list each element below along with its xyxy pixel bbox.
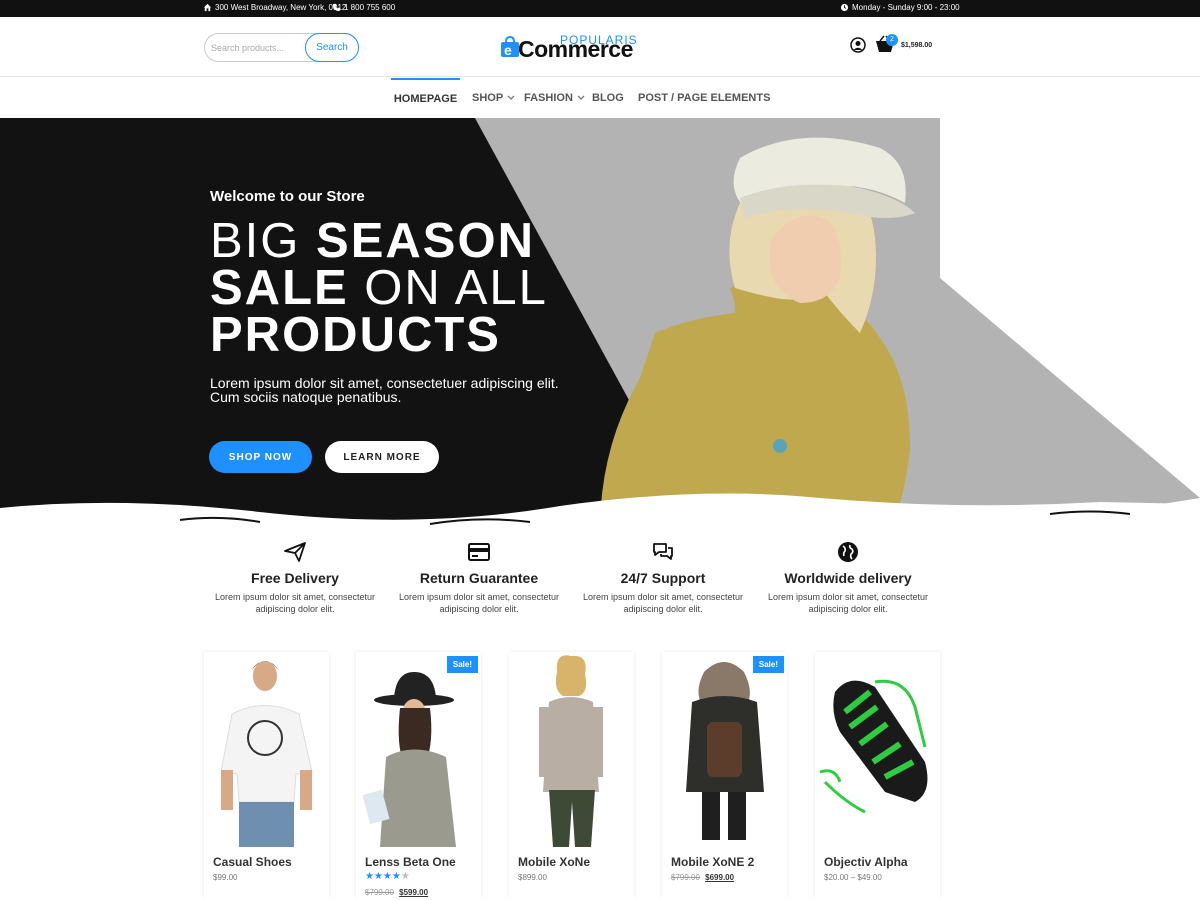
product-name[interactable]: Mobile XoNE 2 bbox=[671, 855, 754, 869]
search-input[interactable] bbox=[206, 35, 306, 60]
logo-wordmark: Commerce bbox=[518, 36, 633, 62]
rating-stars: ★★★★★ bbox=[365, 871, 410, 882]
hero-title-bold-2: SALE bbox=[210, 261, 349, 315]
product-name[interactable]: Casual Shoes bbox=[213, 855, 292, 869]
product-image[interactable] bbox=[815, 652, 940, 847]
product-card[interactable]: Sale! Mobile XoNE 2 $799.00 $699.00 bbox=[662, 652, 787, 900]
hero-title-light-1: BIG bbox=[210, 214, 317, 268]
product-image[interactable] bbox=[204, 652, 329, 847]
nav-blog-label: BLOG bbox=[592, 92, 624, 104]
hours-info: Monday - Sunday 9:00 - 23:00 bbox=[840, 3, 960, 12]
product-old-price: $799.00 bbox=[671, 873, 700, 882]
product-name[interactable]: Mobile XoNe bbox=[518, 855, 590, 869]
product-name[interactable]: Objectiv Alpha bbox=[824, 855, 908, 869]
product-price-value: $99.00 bbox=[213, 873, 238, 882]
cart-count-badge: 2 bbox=[886, 34, 898, 46]
product-price: $799.00 $599.00 bbox=[365, 888, 428, 897]
phone-text: 1 800 755 600 bbox=[344, 3, 396, 12]
nav-fashion-label: FASHION bbox=[524, 92, 573, 104]
hero-background bbox=[0, 118, 1200, 530]
feature-return-guarantee: Return Guarantee Lorem ipsum dolor sit a… bbox=[394, 540, 564, 615]
chevron-down-icon bbox=[577, 95, 585, 101]
nav-fashion[interactable]: FASHION bbox=[524, 78, 585, 118]
hero-description: Lorem ipsum dolor sit amet, consectetuer… bbox=[210, 375, 559, 405]
nav-blog[interactable]: BLOG bbox=[592, 78, 624, 118]
phone-info: 1 800 755 600 bbox=[332, 3, 395, 12]
search-form: Search bbox=[204, 33, 359, 62]
feature-description: Lorem ipsum dolor sit amet, consectetur … bbox=[398, 592, 560, 614]
product-image[interactable] bbox=[509, 652, 634, 847]
product-price-value: $899.00 bbox=[518, 873, 547, 882]
paper-plane-icon bbox=[284, 542, 306, 562]
feature-title: Free Delivery bbox=[251, 570, 339, 586]
hours-text: Monday - Sunday 9:00 - 23:00 bbox=[852, 3, 960, 12]
product-image[interactable] bbox=[662, 652, 787, 847]
chevron-down-icon bbox=[507, 95, 515, 101]
top-bar: 300 West Broadway, New York, 0012 1 800 … bbox=[0, 0, 1200, 17]
feature-description: Lorem ipsum dolor sit amet, consectetur … bbox=[214, 592, 376, 614]
nav-post-page-elements-label: POST / PAGE ELEMENTS bbox=[638, 92, 771, 104]
product-image[interactable] bbox=[356, 652, 481, 847]
product-old-price: $799.00 bbox=[365, 888, 394, 897]
hero-title-light-2: ON ALL bbox=[348, 261, 548, 315]
product-sale-price: $599.00 bbox=[399, 888, 429, 897]
hero-subtitle: Welcome to our Store bbox=[210, 188, 365, 205]
product-name[interactable]: Lenss Beta One bbox=[365, 855, 456, 869]
shop-now-button[interactable]: SHOP NOW bbox=[209, 441, 312, 473]
product-card[interactable]: Mobile XoNe $899.00 bbox=[509, 652, 634, 900]
hero-banner: Welcome to our Store BIG SEASON SALE ON … bbox=[0, 118, 1200, 530]
user-account-icon[interactable] bbox=[850, 37, 866, 53]
hero-title-bold-3: PRODUCTS bbox=[210, 308, 501, 362]
nav-shop-label: SHOP bbox=[472, 92, 504, 104]
nav-post-page-elements[interactable]: POST / PAGE ELEMENTS bbox=[638, 78, 770, 118]
phone-icon bbox=[332, 3, 341, 12]
nav-homepage-label: HOMEPAGE bbox=[393, 93, 458, 105]
feature-worldwide-delivery: Worldwide delivery Lorem ipsum dolor sit… bbox=[763, 540, 933, 615]
feature-free-delivery: Free Delivery Lorem ipsum dolor sit amet… bbox=[210, 540, 380, 615]
product-card[interactable]: Objectiv Alpha $20.00 – $49.00 bbox=[815, 652, 940, 900]
main-navigation: HOMEPAGE SHOP FASHION BLOG POST / PAGE E… bbox=[0, 78, 1200, 118]
feature-title: Return Guarantee bbox=[419, 570, 539, 586]
hero-title: BIG SEASON SALE ON ALL PRODUCTS bbox=[210, 217, 548, 362]
feature-title: 24/7 Support bbox=[620, 570, 706, 586]
home-icon bbox=[203, 3, 212, 12]
site-logo[interactable]: e POPULARIS Commerce bbox=[500, 30, 645, 64]
cart-total[interactable]: $1,598.00 bbox=[901, 42, 932, 49]
product-price-value: $20.00 – $49.00 bbox=[824, 873, 882, 882]
feature-title: Worldwide delivery bbox=[784, 570, 912, 586]
feature-description: Lorem ipsum dolor sit amet, consectetur … bbox=[582, 592, 744, 614]
product-price: $99.00 bbox=[213, 873, 237, 882]
product-price: $20.00 – $49.00 bbox=[824, 873, 882, 882]
nav-shop[interactable]: SHOP bbox=[472, 78, 515, 118]
credit-card-icon bbox=[468, 543, 490, 561]
feature-support: 24/7 Support Lorem ipsum dolor sit amet,… bbox=[578, 540, 748, 615]
product-price: $799.00 $699.00 bbox=[671, 873, 734, 882]
learn-more-button[interactable]: LEARN MORE bbox=[325, 441, 439, 473]
address-info: 300 West Broadway, New York, 0012 bbox=[203, 3, 346, 12]
site-header: Search e POPULARIS Commerce 2 $1,598.00 bbox=[0, 17, 1200, 77]
hero-title-bold-1: SEASON bbox=[316, 214, 535, 268]
product-price: $899.00 bbox=[518, 873, 547, 882]
chat-bubbles-icon bbox=[653, 543, 673, 560]
clock-icon bbox=[840, 3, 849, 12]
sale-badge: Sale! bbox=[446, 656, 478, 673]
product-sale-price: $699.00 bbox=[705, 873, 735, 882]
globe-icon bbox=[838, 542, 858, 562]
address-text: 300 West Broadway, New York, 0012 bbox=[215, 3, 347, 12]
sale-badge: Sale! bbox=[752, 656, 784, 673]
search-button[interactable]: Search bbox=[305, 33, 359, 62]
feature-description: Lorem ipsum dolor sit amet, consectetur … bbox=[767, 592, 929, 614]
product-card[interactable]: Casual Shoes $99.00 bbox=[204, 652, 329, 900]
shopping-bag-icon: e bbox=[501, 36, 519, 58]
product-card[interactable]: Sale! Lenss Beta One ★★★★★ $799.00 $599.… bbox=[356, 652, 481, 900]
logo-letter: e bbox=[504, 42, 512, 58]
nav-homepage[interactable]: HOMEPAGE bbox=[391, 78, 460, 118]
